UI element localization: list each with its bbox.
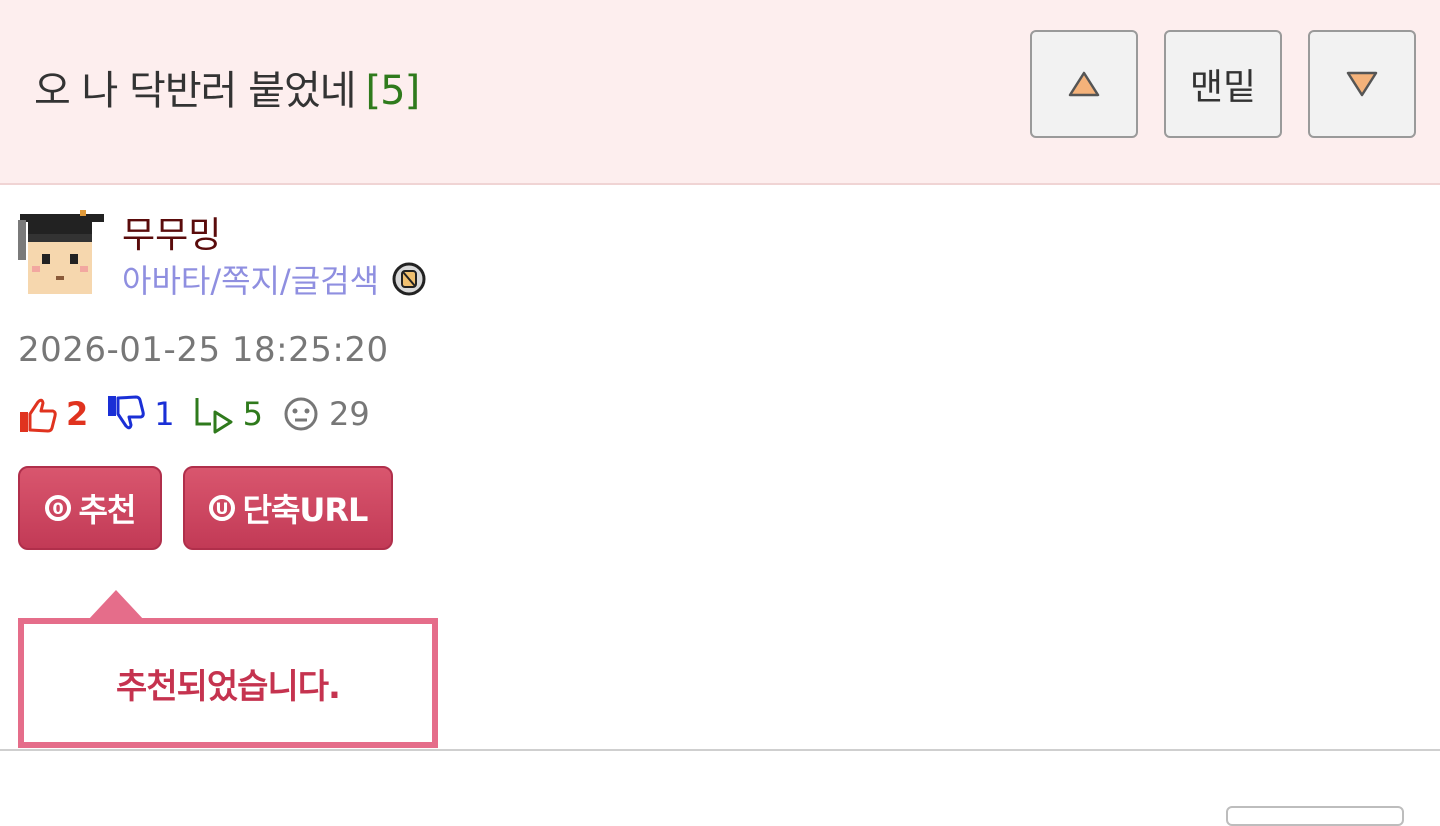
scroll-down-button[interactable] (1308, 30, 1416, 138)
recommend-button[interactable]: 0 추천 (18, 466, 162, 550)
thumbs-up-icon (20, 398, 57, 433)
upvote-count: 2 (66, 395, 89, 433)
post-date: 2026-01-25 18:25:20 (18, 330, 389, 370)
downvote-stat: 1 (106, 394, 175, 434)
partial-button[interactable] (1226, 806, 1404, 826)
reply-count: 5 (242, 395, 263, 433)
post-title-text: 오 나 닥반러 붙었네 (34, 68, 357, 114)
post-stats: 2 1 5 29 (18, 392, 388, 436)
section-divider (0, 749, 1440, 751)
post-header: 오 나 닥반러 붙었네 [5] 맨밑 (0, 0, 1440, 185)
scroll-bottom-label: 맨밑 (1189, 67, 1257, 108)
scroll-up-button[interactable] (1030, 30, 1138, 138)
author-name[interactable]: 무무밍 (122, 206, 221, 258)
smiley-view-icon (284, 397, 318, 431)
thumbs-down-icon (108, 395, 146, 430)
short-url-label: 단축URL (242, 491, 369, 529)
tooltip-message: 추천되었습니다. (116, 666, 341, 707)
author-links[interactable]: 아바타/쪽지/글검색 (122, 256, 427, 302)
post-title: 오 나 닥반러 붙었네 [5] (34, 58, 421, 116)
downvote-count: 1 (154, 395, 175, 433)
view-count: 29 (328, 395, 370, 433)
tooltip-arrow (88, 590, 144, 620)
author-links-text[interactable]: 아바타/쪽지/글검색 (122, 256, 379, 302)
scroll-bottom-button[interactable]: 맨밑 (1164, 30, 1282, 138)
triangle-down-icon (1346, 71, 1378, 97)
recommend-glyph-icon: 0 (44, 495, 71, 521)
upvote-stat: 2 (18, 394, 88, 434)
comment-count[interactable]: [5] (366, 68, 421, 114)
view-stat: 29 (281, 394, 370, 434)
recommend-label: 추천 (78, 491, 137, 529)
short-url-glyph-icon: U (208, 495, 235, 521)
reply-stat: 5 (193, 394, 263, 434)
triangle-up-icon (1068, 71, 1100, 97)
graduation-cap-avatar-icon (18, 210, 104, 294)
member-badge-icon (392, 262, 426, 296)
reply-arrow-icon (195, 398, 233, 434)
recommend-tooltip: 추천되었습니다. (18, 618, 438, 748)
avatar[interactable] (18, 208, 106, 296)
short-url-button[interactable]: U 단축URL (183, 466, 393, 550)
